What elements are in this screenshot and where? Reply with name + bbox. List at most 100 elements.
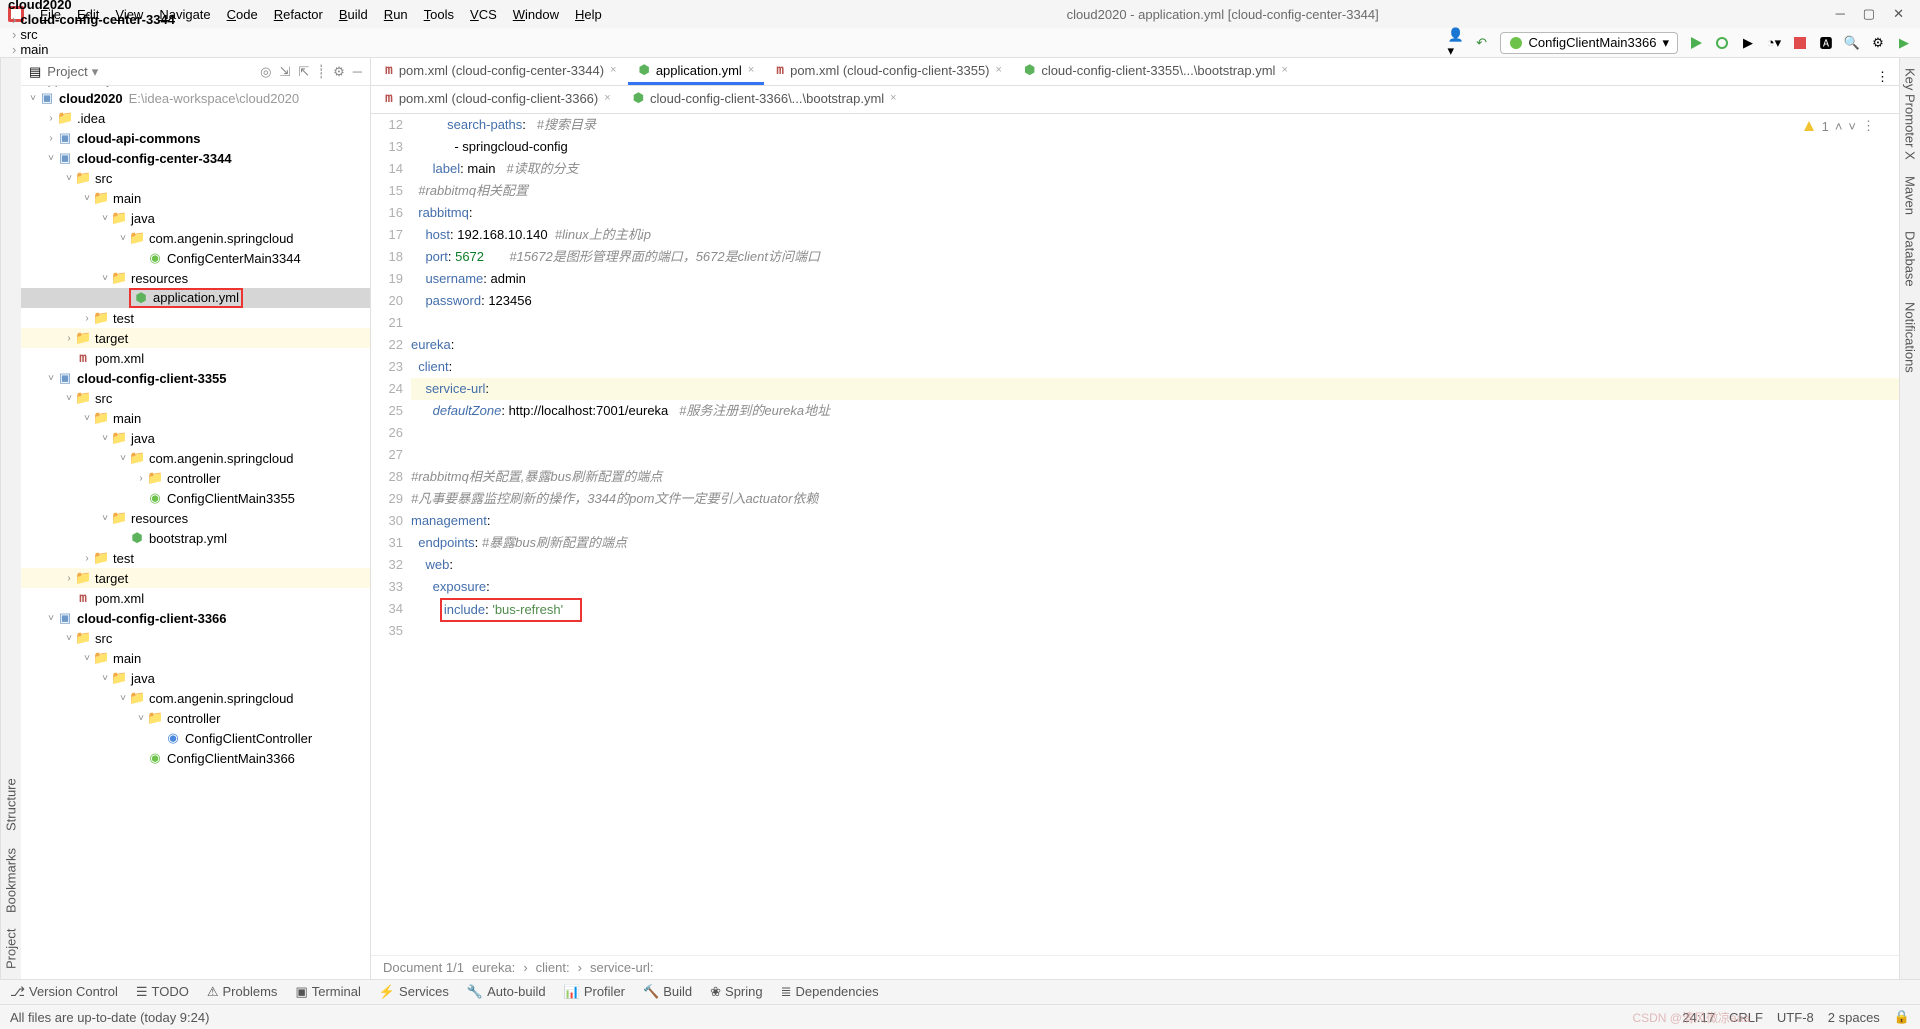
tool-build[interactable]: 🔨Build (643, 984, 692, 1000)
tab-pom-xml--cloud-config-client-3366-[interactable]: mpom.xml (cloud-config-client-3366)× (375, 86, 621, 113)
menu-vcs[interactable]: VCS (462, 7, 505, 22)
coverage-icon[interactable]: ▶ (1740, 35, 1756, 51)
tree-pkg-3366[interactable]: com.angenin.springcloud (149, 691, 294, 706)
chevron-down-icon[interactable]: ˅ (1848, 119, 1856, 134)
menu-tools[interactable]: Tools (416, 7, 462, 22)
rail-maven[interactable]: Maven (1903, 176, 1918, 215)
tree-controller-3366[interactable]: controller (167, 711, 220, 726)
tab-pom-xml--cloud-config-center-3344-[interactable]: mpom.xml (cloud-config-center-3344)× (375, 58, 626, 85)
tab-pom-xml--cloud-config-client-3355-[interactable]: mpom.xml (cloud-config-client-3355)× (766, 58, 1012, 85)
tool-problems[interactable]: ⚠Problems (207, 984, 278, 1000)
profile-icon[interactable]: ◔▾ (1766, 35, 1782, 51)
menu-refactor[interactable]: Refactor (266, 7, 331, 22)
close-icon[interactable]: × (748, 64, 754, 76)
project-view-icon[interactable]: ▤ (29, 64, 41, 80)
tab-cloud-config-client-3355-----bootstrap-yml[interactable]: ⬢cloud-config-client-3355\...\bootstrap.… (1014, 58, 1298, 85)
tree-cm3366[interactable]: ConfigClientMain3366 (167, 751, 295, 766)
menu-window[interactable]: Window (505, 7, 567, 22)
tool-spring[interactable]: ❀Spring (710, 984, 762, 1000)
crumb-0[interactable]: cloud2020 (8, 0, 72, 12)
more-tabs-icon[interactable]: ⋮ (1866, 69, 1899, 85)
close-icon[interactable]: × (1281, 64, 1287, 76)
more-icon[interactable]: ⋮ (1862, 118, 1875, 134)
rail-database[interactable]: Database (1903, 231, 1918, 287)
bc-eureka[interactable]: eureka: (472, 960, 515, 975)
tree-java-3355[interactable]: java (131, 431, 155, 446)
close-icon[interactable]: × (610, 64, 616, 76)
bc-service-url[interactable]: service-url: (590, 960, 654, 975)
file-encoding[interactable]: UTF-8 (1777, 1010, 1814, 1025)
rail-bookmarks[interactable]: Bookmarks (4, 848, 19, 913)
close-icon[interactable]: × (996, 64, 1002, 76)
stop-icon[interactable] (1792, 35, 1808, 51)
tree-center-3344[interactable]: cloud-config-center-3344 (77, 151, 232, 166)
tree-java[interactable]: java (131, 211, 155, 226)
expand-icon[interactable]: ⇲ (279, 64, 290, 80)
code-editor[interactable]: 1 ˄ ˅ ⋮ 12131415161718192021222324252627… (371, 114, 1899, 955)
tree-main-3355[interactable]: main (113, 411, 141, 426)
search-icon[interactable]: 🔍 (1844, 35, 1860, 51)
settings-icon[interactable]: ⚙ (1870, 35, 1886, 51)
maximize-icon[interactable]: ▢ (1863, 6, 1875, 22)
tree-resources[interactable]: resources (131, 271, 188, 286)
close-icon[interactable]: × (890, 92, 896, 104)
chevron-down-icon[interactable]: ▾ (92, 64, 99, 80)
users-icon[interactable]: 👤▾ (1448, 35, 1464, 51)
debug-icon[interactable] (1714, 35, 1730, 51)
project-tree[interactable]: ˅▣cloud2020E:\idea-workspace\cloud2020 ›… (21, 86, 370, 979)
lock-icon[interactable]: 🔒 (1894, 1009, 1910, 1025)
tab-application-yml[interactable]: ⬢application.yml× (628, 58, 764, 85)
rail-structure[interactable]: Structure (4, 779, 19, 832)
translate-icon[interactable]: 🅰 (1818, 35, 1834, 51)
menu-run[interactable]: Run (376, 7, 416, 22)
rail-project[interactable]: Project (4, 929, 19, 969)
minimize-icon[interactable]: ─ (1836, 6, 1845, 22)
run-config-selector[interactable]: ConfigClientMain3366 ▾ (1500, 32, 1678, 54)
rail-key-promoter[interactable]: Key Promoter X (1903, 68, 1918, 160)
tool-profiler[interactable]: 📊Profiler (564, 984, 625, 1000)
tree-test[interactable]: test (113, 311, 134, 326)
back-arrow-icon[interactable]: ↶ (1474, 35, 1490, 51)
tree-src-3366[interactable]: src (95, 631, 112, 646)
hide-icon[interactable]: ─ (353, 64, 362, 80)
tree-client-3355[interactable]: cloud-config-client-3355 (77, 371, 227, 386)
tree-pkg[interactable]: com.angenin.springcloud (149, 231, 294, 246)
menu-help[interactable]: Help (567, 7, 610, 22)
tree-pom[interactable]: pom.xml (95, 351, 144, 366)
close-icon[interactable]: × (604, 92, 610, 104)
tree-target-3355[interactable]: target (95, 571, 128, 586)
tree-src[interactable]: src (95, 171, 112, 186)
tool-terminal[interactable]: ▣Terminal (295, 984, 360, 1000)
more-icon[interactable]: ▶ (1896, 35, 1912, 51)
crumb-3[interactable]: main (20, 42, 48, 57)
tree-application-yml[interactable]: application.yml (153, 290, 239, 305)
tree-api-commons[interactable]: cloud-api-commons (77, 131, 201, 146)
crumb-2[interactable]: src (20, 27, 37, 42)
gear-icon[interactable]: ⚙ (333, 64, 345, 80)
tree-root[interactable]: cloud2020 (59, 91, 123, 106)
tool-todo[interactable]: ☰TODO (136, 984, 189, 1000)
tree-bootstrap-3355[interactable]: bootstrap.yml (149, 531, 227, 546)
tree-test-3355[interactable]: test (113, 551, 134, 566)
tree-java-3366[interactable]: java (131, 671, 155, 686)
tool-dependencies[interactable]: ≣Dependencies (781, 984, 879, 1000)
chevron-up-icon[interactable]: ˄ (1835, 119, 1843, 134)
collapse-icon[interactable]: ⇱ (298, 64, 309, 80)
menu-code[interactable]: Code (219, 7, 266, 22)
tree-cm3355[interactable]: ConfigClientMain3355 (167, 491, 295, 506)
indent-config[interactable]: 2 spaces (1828, 1010, 1880, 1025)
run-icon[interactable] (1688, 35, 1704, 51)
tool-auto-build[interactable]: 🔧Auto-build (467, 984, 546, 1000)
inspection-widget[interactable]: 1 ˄ ˅ ⋮ (1802, 118, 1875, 134)
tree-pkg-3355[interactable]: com.angenin.springcloud (149, 451, 294, 466)
tree-ccc[interactable]: ConfigClientController (185, 731, 312, 746)
bc-client[interactable]: client: (536, 960, 570, 975)
tab-cloud-config-client-3366-----bootstrap-yml[interactable]: ⬢cloud-config-client-3366\...\bootstrap.… (623, 86, 907, 113)
tree-configcentermain[interactable]: ConfigCenterMain3344 (167, 251, 301, 266)
tree-src-3355[interactable]: src (95, 391, 112, 406)
menu-build[interactable]: Build (331, 7, 376, 22)
rail-notifications[interactable]: Notifications (1903, 302, 1918, 373)
crumb-1[interactable]: cloud-config-center-3344 (20, 12, 175, 27)
tree-main-3366[interactable]: main (113, 651, 141, 666)
tree-client-3366[interactable]: cloud-config-client-3366 (77, 611, 227, 626)
